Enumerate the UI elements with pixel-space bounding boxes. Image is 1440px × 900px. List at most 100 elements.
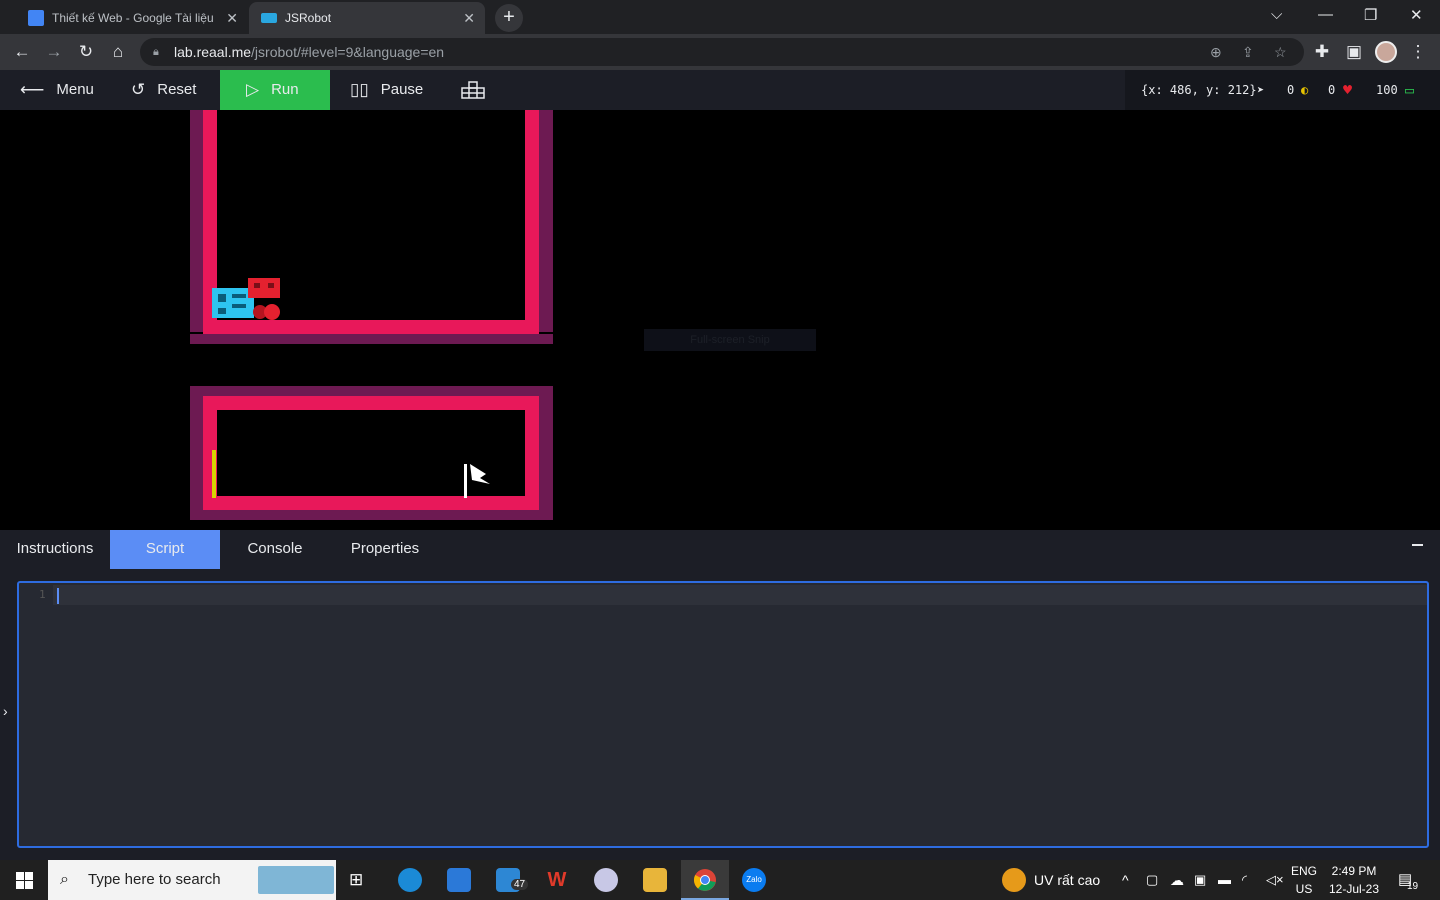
task-view-icon[interactable]: ⊞	[349, 868, 373, 892]
notification-count: 19	[1407, 881, 1419, 892]
bookmark-star-icon[interactable]: ☆	[1274, 38, 1287, 66]
search-placeholder: Type here to search	[88, 871, 221, 888]
tab-instructions[interactable]: Instructions	[0, 530, 110, 569]
minimize-button[interactable]: —	[1318, 6, 1333, 23]
tab-console[interactable]: Console	[220, 530, 330, 569]
back-icon[interactable]: ←	[11, 41, 33, 63]
reload-icon[interactable]: ↻	[75, 41, 97, 63]
jsrobot-icon	[261, 13, 277, 23]
onedrive-icon[interactable]: ☁	[1170, 860, 1184, 900]
windows-taskbar: ⌕ Type here to search ⊞ 47 W Zalo UV rất…	[0, 860, 1440, 900]
tab-script[interactable]: Script	[110, 530, 220, 569]
tab-google-docs[interactable]: Thiết kế Web - Google Tài liệu ✕	[8, 2, 248, 34]
extensions-icon[interactable]: ✚	[1311, 41, 1333, 63]
chrome-icon	[693, 869, 716, 891]
home-icon[interactable]: ⌂	[107, 41, 129, 63]
grid-button[interactable]	[461, 70, 485, 110]
meet-icon[interactable]: ▢	[1146, 860, 1158, 900]
minimize-panel-button[interactable]	[1412, 544, 1423, 546]
pause-icon: ▯▯	[350, 80, 369, 99]
status-bar: {x: 486, y: 212} ➤ 0 ◐ 0 ♥ 100 ▭	[1125, 70, 1440, 110]
wifi-icon[interactable]: ◜	[1242, 860, 1247, 900]
tab-properties[interactable]: Properties	[330, 530, 440, 569]
grid-icon	[461, 81, 485, 99]
file-explorer-icon[interactable]	[643, 868, 667, 892]
mail-badge: 47	[511, 879, 529, 890]
windows-start-icon[interactable]	[16, 872, 33, 889]
arrow-left-icon: ⟵	[20, 80, 45, 99]
reset-label: Reset	[157, 81, 197, 98]
share-icon[interactable]: ⇪	[1242, 38, 1254, 66]
snip-overlay: Full-screen Snip	[644, 329, 816, 351]
taskbar-search[interactable]: ⌕ Type here to search	[48, 860, 336, 900]
close-tab-icon[interactable]: ✕	[226, 10, 238, 27]
reset-icon: ↺	[131, 80, 146, 99]
url-host: lab.reaal.me	[174, 44, 252, 60]
tab-search-icon[interactable]: ⌵	[1271, 6, 1282, 23]
battery-tray-icon[interactable]: ▬	[1218, 860, 1231, 900]
chrome-menu-icon[interactable]: ⋮	[1407, 41, 1429, 63]
clock-date: 12-Jul-23	[1328, 882, 1380, 896]
snip-app-icon[interactable]	[594, 868, 618, 892]
expand-sidebar-icon[interactable]: ›	[3, 703, 8, 719]
zalo-icon[interactable]: Zalo	[742, 868, 766, 892]
profile-avatar[interactable]	[1375, 41, 1397, 63]
browser-toolbar: ← → ↻ ⌂ 🔒︎ lab.reaal.me/jsrobot/#level=9…	[0, 34, 1440, 70]
menu-button[interactable]: ⟵ Menu	[20, 70, 94, 110]
close-window-button[interactable]: ✕	[1410, 6, 1423, 24]
heart-count: 0	[1328, 83, 1336, 97]
pause-button[interactable]: ▯▯ Pause	[350, 70, 423, 110]
browser-tab-strip: Thiết kế Web - Google Tài liệu ✕ JSRobot…	[0, 0, 1440, 34]
clock-time: 2:49 PM	[1331, 864, 1377, 878]
start-marker	[212, 450, 216, 498]
store-icon[interactable]	[447, 868, 471, 892]
search-highlight-image	[258, 866, 334, 894]
volume-muted-icon[interactable]: ◁×	[1266, 860, 1284, 900]
game-canvas[interactable]: Full-screen Snip	[0, 110, 1440, 530]
coords-readout: {x: 486, y: 212}	[1141, 83, 1257, 97]
address-bar[interactable]: 🔒︎ lab.reaal.me/jsrobot/#level=9&languag…	[140, 38, 1304, 66]
app-toolbar: ⟵ Menu ↺ Reset ▷ Run ▯▯ Pause {x: 486, y…	[0, 70, 1440, 110]
security-icon[interactable]: ▣	[1194, 860, 1206, 900]
robot-sprite	[212, 288, 254, 318]
tab-jsrobot[interactable]: JSRobot ✕	[249, 2, 485, 34]
text-caret	[57, 588, 59, 604]
line-number: 1	[39, 588, 46, 601]
weather-label[interactable]: UV rất cao	[1034, 860, 1100, 900]
finish-flag-icon	[464, 464, 490, 498]
close-tab-icon[interactable]: ✕	[463, 10, 475, 27]
zoom-icon[interactable]: ⊕	[1210, 38, 1222, 66]
notification-icon[interactable]: ▤	[1398, 860, 1412, 900]
play-icon: ▷	[246, 80, 260, 99]
lang-bottom: US	[1295, 882, 1313, 896]
uv-weather-icon	[1002, 868, 1026, 892]
chrome-taskbar-button[interactable]	[681, 860, 729, 900]
lock-icon: 🔒︎	[153, 46, 159, 58]
coin-icon: ◐	[1301, 83, 1309, 97]
restore-button[interactable]: ❐	[1364, 6, 1377, 24]
forward-icon[interactable]: →	[43, 41, 65, 63]
panel-tab-bar: Instructions Script Console Properties	[0, 530, 1440, 569]
run-label: Run	[271, 81, 299, 98]
heart-icon: ♥	[1343, 81, 1353, 99]
language-indicator[interactable]: ENG US	[1290, 862, 1318, 898]
lower-room-walls	[190, 386, 553, 520]
script-panel: 1	[0, 569, 1440, 860]
run-button[interactable]: ▷ Run	[220, 70, 330, 110]
coin-count: 0	[1287, 83, 1295, 97]
side-panel-icon[interactable]: ▣	[1343, 41, 1365, 63]
edge-icon[interactable]	[398, 868, 422, 892]
url-path: /jsrobot/#level=9&language=en	[251, 44, 445, 60]
tray-chevron-icon[interactable]: ^	[1122, 860, 1129, 900]
reset-button[interactable]: ↺ Reset	[131, 70, 196, 110]
level-map	[190, 110, 553, 520]
code-editor[interactable]: 1	[17, 581, 1429, 848]
new-tab-button[interactable]: +	[495, 4, 523, 32]
cursor-icon: ➤	[1257, 83, 1265, 97]
clock[interactable]: 2:49 PM 12-Jul-23	[1326, 862, 1382, 898]
wps-icon[interactable]: W	[545, 868, 569, 892]
battery-level: 100	[1376, 83, 1398, 97]
search-icon: ⌕	[60, 871, 69, 888]
google-docs-icon	[28, 10, 44, 26]
lang-top: ENG	[1290, 864, 1317, 878]
